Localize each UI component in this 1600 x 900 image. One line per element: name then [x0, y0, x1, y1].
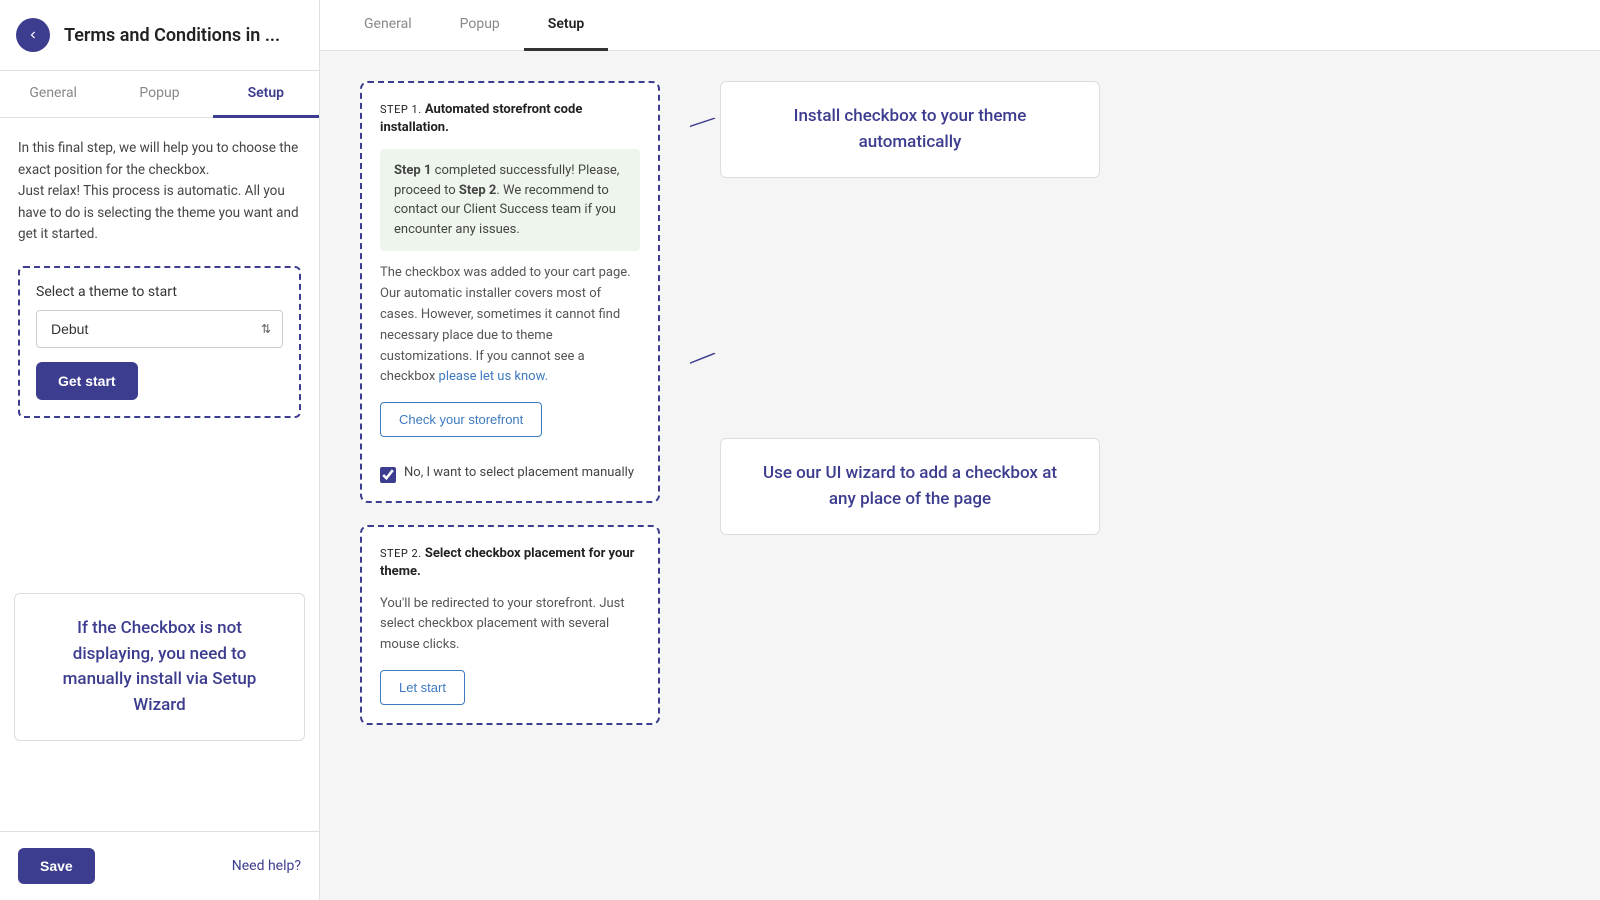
manual-placement-checkbox[interactable] [380, 467, 396, 483]
main-tab-popup[interactable]: Popup [436, 0, 524, 51]
steps-and-callouts: STEP 1. Automated storefront code instal… [360, 81, 1560, 747]
main-annotated: STEP 1. Automated storefront code instal… [320, 51, 1600, 777]
checkbox-row: No, I want to select placement manually [380, 465, 640, 483]
check-storefront-button[interactable]: Check your storefront [380, 402, 542, 437]
annotation1-wrapper: Install checkbox to your theme automatic… [720, 81, 1560, 178]
main-content: General Popup Setup STEP 1. Automated st… [320, 0, 1600, 900]
main-tab-general[interactable]: General [340, 0, 436, 51]
annotation2-callout: Use our UI wizard to add a checkbox at a… [720, 438, 1100, 535]
step1-success-text: Step 1 completed successfully! Please, p… [394, 161, 626, 239]
theme-select-label: Select a theme to start [36, 284, 283, 300]
save-button[interactable]: Save [18, 848, 95, 884]
theme-select[interactable]: DebutDawnMinimalBrooklynNarrative [36, 310, 283, 348]
theme-select-wrapper: DebutDawnMinimalBrooklynNarrative ⇅ [36, 310, 283, 348]
sidebar-content: In this final step, we will help you to … [0, 118, 319, 593]
sidebar-callout-container: If the Checkbox is not displaying, you n… [0, 593, 319, 751]
please-let-us-know-link[interactable]: please let us know. [439, 369, 548, 384]
annotation2-text: Use our UI wizard to add a checkbox at a… [749, 461, 1071, 512]
get-start-button[interactable]: Get start [36, 362, 138, 400]
step1-title: STEP 1. Automated storefront code instal… [380, 101, 640, 137]
check-storefront-wrapper: Check your storefront [380, 402, 640, 451]
main-tab-setup[interactable]: Setup [524, 0, 608, 51]
need-help-link[interactable]: Need help? [232, 858, 301, 874]
sidebar-footer: Save Need help? [0, 831, 319, 900]
sidebar-tab-popup[interactable]: Popup [106, 71, 212, 118]
step1-num: STEP 1. [380, 103, 425, 116]
manual-placement-label: No, I want to select placement manually [404, 465, 634, 480]
sidebar-tab-setup[interactable]: Setup [213, 71, 319, 118]
annotation1-text: Install checkbox to your theme automatic… [749, 104, 1071, 155]
sidebar-header: Terms and Conditions in ... [0, 0, 319, 71]
step2-num: STEP 2. [380, 547, 425, 560]
step2-desc: You'll be redirected to your storefront.… [380, 594, 640, 656]
annotation2-wrapper: Use our UI wizard to add a checkbox at a… [720, 438, 1560, 535]
step2-title: STEP 2. Select checkbox placement for yo… [380, 545, 640, 581]
step1-desc: The checkbox was added to your cart page… [380, 263, 640, 388]
let-start-button[interactable]: Let start [380, 670, 465, 705]
annotations-column: Install checkbox to your theme automatic… [690, 81, 1560, 545]
steps-column: STEP 1. Automated storefront code instal… [360, 81, 660, 747]
theme-select-box: Select a theme to start DebutDawnMinimal… [18, 266, 301, 418]
sidebar-description: In this final step, we will help you to … [18, 138, 301, 246]
sidebar-tabs: General Popup Setup [0, 71, 319, 118]
annotation1-callout: Install checkbox to your theme automatic… [720, 81, 1100, 178]
step1-success-box: Step 1 completed successfully! Please, p… [380, 149, 640, 251]
back-button[interactable] [16, 18, 50, 52]
sidebar-tab-general[interactable]: General [0, 71, 106, 118]
sidebar-title: Terms and Conditions in ... [64, 25, 280, 46]
main-tabs: General Popup Setup [320, 0, 1600, 51]
sidebar: Terms and Conditions in ... General Popu… [0, 0, 320, 900]
sidebar-callout-text: If the Checkbox is not displaying, you n… [43, 616, 276, 718]
sidebar-callout: If the Checkbox is not displaying, you n… [14, 593, 305, 741]
step2-card: STEP 2. Select checkbox placement for yo… [360, 525, 660, 725]
step1-card: STEP 1. Automated storefront code instal… [360, 81, 660, 503]
